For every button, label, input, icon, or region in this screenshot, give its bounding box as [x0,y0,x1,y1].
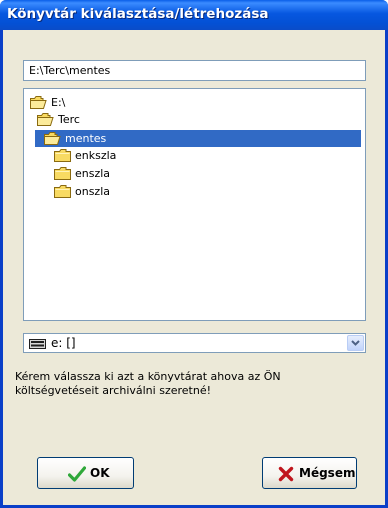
cancel-button[interactable]: Mégsem [262,457,357,489]
folder-icon [54,185,71,198]
path-input[interactable]: E:\Terc\mentes [23,60,366,81]
open-folder-icon [30,96,47,109]
cancel-button-label: Mégsem [299,466,356,480]
checkmark-icon [68,466,86,482]
title-bar[interactable]: Könyvtár kiválasztása/létrehozása [0,0,388,30]
tree-node-mentes[interactable]: mentes [35,130,361,147]
tree-node-label: enszla [75,167,111,180]
tree-node-label: enkszla [75,149,117,162]
dropdown-button[interactable] [347,335,364,351]
drive-select-value: e: [] [51,336,76,350]
drive-icon [29,339,46,349]
folder-icon [54,167,71,180]
tree-node-label: E:\ [51,96,66,109]
ok-button[interactable]: OK [37,457,134,489]
tree-node-label: onszla [75,185,111,198]
window-title: Könyvtár kiválasztása/létrehozása [7,6,269,22]
instruction-text: Kérem válassza ki azt a könyvtárat ahova… [15,370,281,397]
chevron-down-icon [351,340,360,346]
drive-select[interactable]: e: [] [23,333,366,353]
folder-icon [54,149,71,162]
tree-node-label: mentes [65,132,107,145]
open-folder-icon [37,113,54,126]
tree-node-label: Terc [58,113,80,126]
x-icon [278,466,294,482]
ok-button-label: OK [90,466,110,480]
folder-tree[interactable]: E:\ Terc mentes enkszla enszla onszla [23,88,366,321]
open-folder-icon [44,132,61,145]
